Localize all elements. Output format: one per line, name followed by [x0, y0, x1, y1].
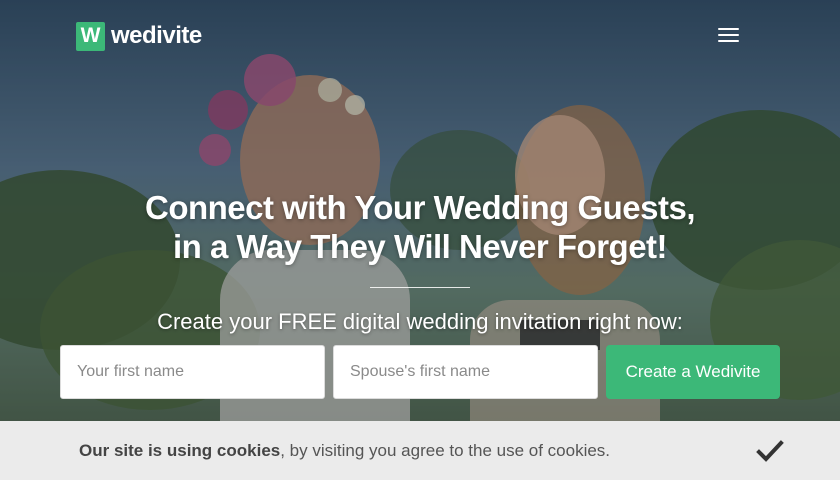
cookie-message-bold: Our site is using cookies	[79, 441, 281, 460]
logo-wordmark[interactable]: wedivite	[111, 22, 202, 50]
headline-divider	[370, 287, 470, 288]
headline-line-1: Connect with Your Wedding Guests,	[144, 189, 696, 226]
hero-subline: Create your FREE digital wedding invitat…	[157, 309, 683, 334]
checkmark-icon[interactable]	[756, 439, 784, 463]
menu-line	[718, 40, 739, 42]
cookie-consent-bar: Our site is using cookies, by visiting y…	[0, 421, 840, 480]
cookie-message: Our site is using cookies, by visiting y…	[79, 441, 610, 461]
menu-line	[718, 28, 739, 30]
create-wedivite-button[interactable]: Create a Wedivite	[606, 345, 780, 399]
cookie-message-rest: , by visiting you agree to the use of co…	[280, 441, 611, 460]
spouse-name-input[interactable]	[333, 345, 598, 399]
menu-line	[718, 34, 739, 36]
logo-mark[interactable]: W	[76, 21, 105, 51]
first-name-input[interactable]	[60, 345, 325, 399]
hero-headline: Connect with Your Wedding Guests, in a W…	[0, 188, 840, 266]
site-header: W wedivite	[76, 21, 202, 51]
hamburger-menu-icon[interactable]	[716, 26, 742, 44]
headline-line-2: in a Way They Will Never Forget!	[172, 228, 668, 265]
